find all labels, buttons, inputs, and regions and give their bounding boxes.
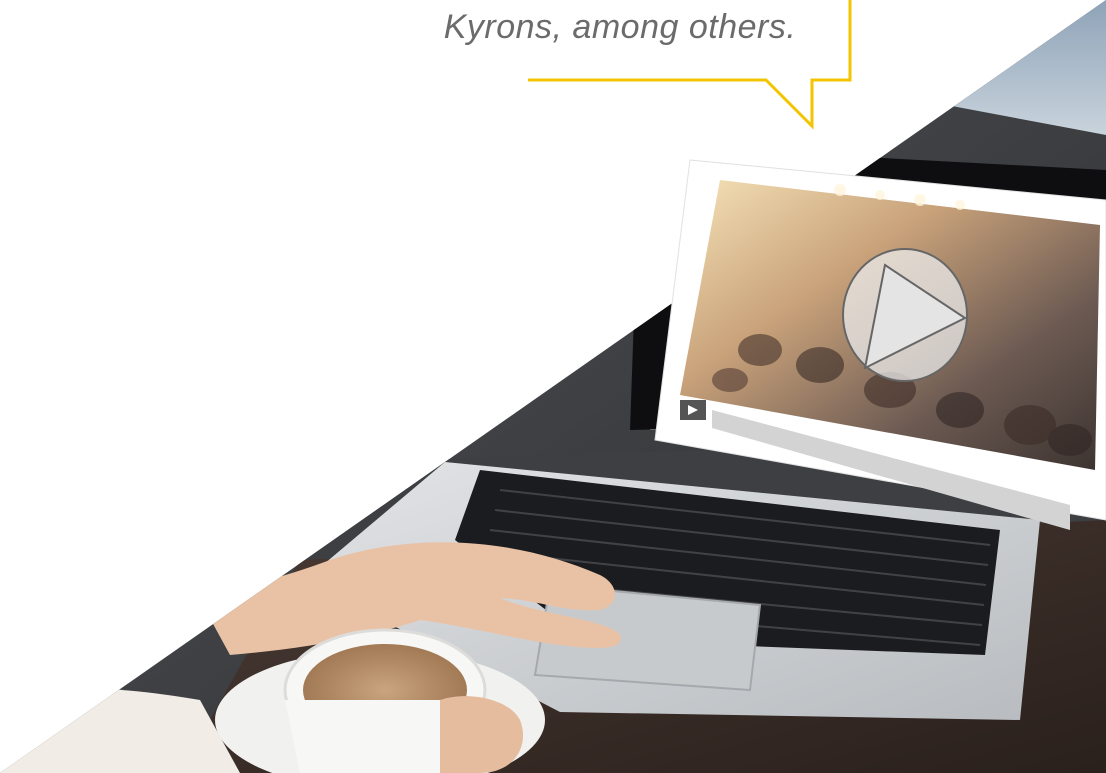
video-player-overlay (654, 159, 1106, 530)
play-circle-icon[interactable] (842, 248, 968, 382)
quote-text: Kyrons, among others. (443, 8, 797, 46)
page: Kyrons, among others. (0, 0, 1106, 773)
